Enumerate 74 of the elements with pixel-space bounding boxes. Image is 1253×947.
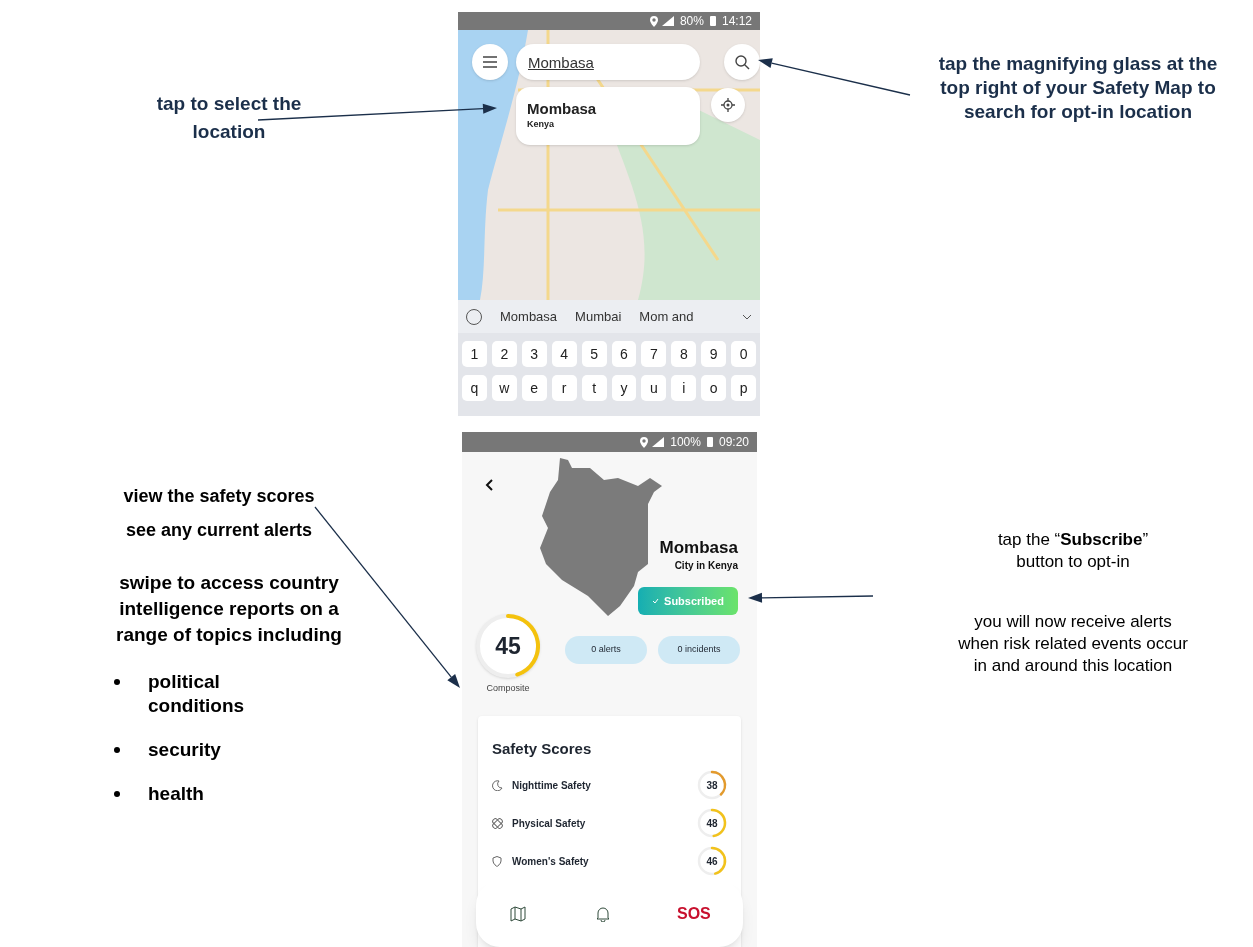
- list-item-text: health: [148, 782, 205, 806]
- map-tab[interactable]: [508, 904, 529, 924]
- keyboard-key[interactable]: y: [611, 375, 637, 401]
- location-pin-icon: [649, 15, 658, 27]
- annotation-text: see any current alerts: [125, 519, 313, 542]
- signal-icon: [652, 437, 665, 447]
- location-pin-icon: [640, 436, 649, 448]
- annotation-text: you will now receive alerts when risk related events occur in and around this location: [958, 611, 1188, 677]
- keyboard-key[interactable]: 1: [462, 341, 487, 367]
- menu-icon: [483, 56, 497, 68]
- result-title: Mombasa: [527, 100, 598, 119]
- suggestion-item[interactable]: Mom and: [639, 306, 694, 327]
- keyboard-key[interactable]: 8: [671, 341, 697, 367]
- keyboard-key[interactable]: r: [551, 375, 577, 401]
- score-label: Women's Safety: [512, 854, 589, 869]
- search-result[interactable]: Mombasa Kenya: [516, 87, 700, 145]
- signal-icon: [661, 16, 674, 26]
- battery-icon: [706, 437, 713, 447]
- status-time: 09:20: [718, 434, 749, 451]
- search-icon: [734, 54, 750, 70]
- keyboard-key[interactable]: u: [641, 375, 667, 401]
- list-item-text: security: [148, 738, 222, 762]
- battery-icon: [709, 16, 716, 26]
- chevron-down-icon[interactable]: [742, 313, 752, 320]
- keyboard-key[interactable]: 0: [731, 341, 757, 367]
- keyboard-key[interactable]: 6: [611, 341, 637, 367]
- keyboard-key[interactable]: i: [671, 375, 697, 401]
- crosshair-icon: [721, 98, 735, 112]
- score-value: 38: [706, 778, 718, 793]
- score-value: 48: [706, 816, 718, 831]
- bullet-icon: [114, 679, 120, 685]
- battery-percent: 100%: [670, 434, 701, 451]
- score-label: Nighttime Safety: [512, 778, 591, 793]
- annotation-text: tap the “Subscribe” button to opt-in: [996, 529, 1150, 573]
- place-title: Mombasa: [659, 538, 738, 558]
- keyboard-key[interactable]: 5: [581, 341, 607, 367]
- annotation-text: swipe to access country intelligence reports on a range of topics including: [115, 571, 343, 647]
- keyboard-key[interactable]: e: [521, 375, 547, 401]
- bandage-icon: [492, 817, 503, 829]
- sos-button[interactable]: SOS: [676, 902, 711, 926]
- count-pill[interactable]: 0 alerts: [565, 636, 647, 664]
- keyboard-key[interactable]: 4: [551, 341, 577, 367]
- bullet-icon: [114, 747, 120, 753]
- shield-icon: [492, 855, 502, 867]
- card-title: Safety Scores: [492, 738, 593, 759]
- keyboard-key[interactable]: 7: [641, 341, 667, 367]
- count-pill[interactable]: 0 incidents: [658, 636, 740, 664]
- keyboard-key[interactable]: p: [731, 375, 757, 401]
- keyboard-key[interactable]: 2: [491, 341, 517, 367]
- list-item-text: political conditions: [148, 670, 246, 718]
- composite-score: 45: [495, 631, 521, 661]
- score-label: Physical Safety: [512, 816, 586, 831]
- annotation-text: tap the magnifying glass at the top right of your Safety Map to search for opt-in location: [938, 52, 1218, 124]
- score-value: 46: [706, 854, 718, 869]
- composite-label: Composite: [486, 682, 530, 695]
- check-icon: [652, 598, 660, 604]
- keyboard-key[interactable]: 9: [701, 341, 727, 367]
- result-subtitle: Kenya: [527, 118, 555, 132]
- annotation-text: tap to select the location: [155, 92, 303, 144]
- keyboard-key[interactable]: q: [462, 375, 487, 401]
- suggestion-item[interactable]: Mombasa: [500, 306, 558, 327]
- score-track: [697, 770, 727, 800]
- search-field[interactable]: Mombasa: [516, 44, 700, 80]
- battery-percent: 80%: [679, 13, 704, 30]
- moon-icon: [492, 779, 503, 791]
- annotation-text: view the safety scores: [123, 485, 315, 508]
- status-time: 14:12: [721, 13, 752, 30]
- keyboard-key[interactable]: t: [581, 375, 607, 401]
- keyboard-key[interactable]: 3: [521, 341, 547, 367]
- bullet-icon: [114, 791, 120, 797]
- place-subtitle: City in Kenya: [674, 559, 738, 573]
- keyboard-key[interactable]: w: [491, 375, 517, 401]
- suggestion-item[interactable]: Mumbai: [575, 306, 622, 327]
- keyboard-key[interactable]: o: [701, 375, 727, 401]
